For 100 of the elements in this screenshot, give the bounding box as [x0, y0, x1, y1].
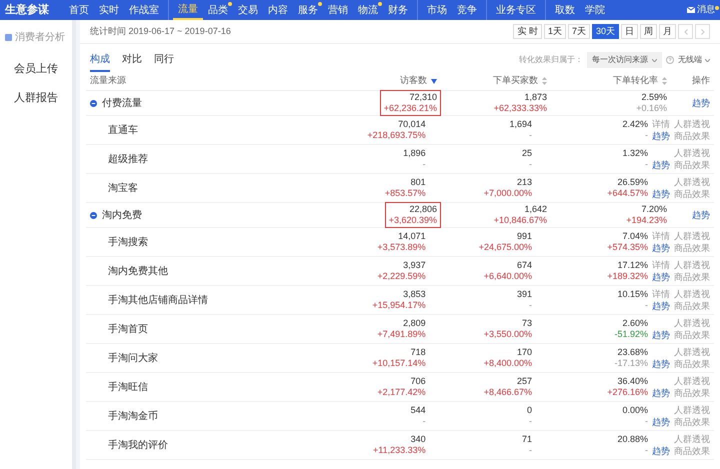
nav-item[interactable]: 内容 [263, 0, 293, 20]
metric-change: +853.57% [384, 188, 426, 199]
action-link[interactable]: 人群透视 [674, 434, 710, 444]
action-link[interactable]: 趋势 [692, 210, 710, 220]
action-link[interactable]: 趋势 [652, 188, 670, 200]
action-link[interactable]: 趋势 [652, 242, 670, 254]
action-link[interactable]: 商品效果 [674, 242, 710, 254]
sort-icon[interactable] [662, 77, 667, 85]
period-button[interactable]: 日 [621, 24, 638, 39]
metric-value: 1,873 [524, 92, 547, 103]
nav-item[interactable]: 营销 [323, 0, 353, 20]
metric-value: 544 [410, 405, 426, 416]
action-link[interactable]: 详情 [652, 118, 670, 130]
metric-value: 23.68% [617, 347, 648, 358]
action-link[interactable]: 人群透视 [674, 230, 710, 242]
nav-item[interactable]: 市场 [422, 0, 452, 20]
source-name: 付费流量 [102, 96, 142, 110]
action-link[interactable]: 人群透视 [674, 288, 710, 300]
metric-change: +189.32% [607, 271, 648, 282]
attribution-select[interactable]: 每一次访问来源 [587, 52, 662, 68]
action-link[interactable]: 商品效果 [674, 358, 710, 370]
action-link[interactable]: 趋势 [692, 98, 710, 108]
action-link[interactable]: 趋势 [652, 446, 670, 456]
next-button[interactable] [695, 24, 710, 39]
action-link[interactable]: 趋势 [652, 416, 670, 428]
period-button[interactable]: 周 [640, 24, 657, 39]
collapse-icon[interactable] [90, 100, 97, 106]
action-link[interactable]: 商品效果 [674, 130, 710, 142]
action-link[interactable]: 人群透视 [674, 148, 710, 158]
action-link[interactable]: 人群透视 [674, 376, 710, 386]
metric-change: +574.35% [607, 242, 648, 253]
brand-logo[interactable]: 生意参谋 [0, 2, 64, 18]
previous-button[interactable] [678, 24, 693, 39]
metric-value: 991 [516, 231, 532, 242]
nav-item[interactable]: 首页 [64, 0, 94, 20]
nav-item[interactable]: 竞争 [452, 0, 482, 20]
action-link[interactable]: 人群透视 [674, 318, 710, 328]
action-link[interactable]: 详情 [652, 260, 670, 270]
action-link[interactable]: 商品效果 [674, 388, 710, 398]
tab[interactable]: 构成 [90, 52, 110, 72]
nav-item[interactable]: 学院 [580, 0, 610, 20]
action-link[interactable]: 趋势 [652, 160, 670, 170]
nav-item[interactable]: 财务 [383, 0, 413, 20]
metric-value: 73 [522, 318, 532, 329]
sidebar-section-title: 消费者分析 [15, 30, 65, 45]
action-link[interactable]: 商品效果 [674, 160, 710, 170]
action-link[interactable]: 商品效果 [674, 300, 710, 312]
metric-change: +10,846.67% [494, 215, 547, 226]
action-link[interactable]: 趋势 [652, 388, 670, 398]
action-link[interactable]: 趋势 [652, 272, 670, 282]
metric-change: +2,177.42% [377, 387, 426, 398]
action-link[interactable]: 人群透视 [674, 404, 710, 416]
action-link[interactable]: 趋势 [652, 358, 670, 370]
source-name: 手淘淘金币 [108, 410, 158, 424]
period-button[interactable]: 7天 [568, 24, 590, 39]
action-link[interactable]: 人群透视 [674, 260, 710, 270]
sidebar-item[interactable]: 人群报告 [0, 84, 72, 112]
action-link[interactable]: 商品效果 [674, 330, 710, 340]
metric-value: 0 [526, 405, 532, 416]
action-link[interactable]: 人群透视 [674, 118, 710, 130]
action-link[interactable]: 趋势 [652, 300, 670, 312]
nav-item[interactable]: 物流 [353, 0, 383, 20]
help-icon[interactable] [666, 56, 674, 64]
tab[interactable]: 对比 [122, 52, 142, 72]
period-button[interactable]: 月 [659, 24, 676, 39]
action-link[interactable]: 商品效果 [674, 416, 710, 428]
nav-item[interactable]: 业务专区 [491, 0, 541, 20]
nav-item[interactable]: 品类 [203, 0, 233, 20]
action-link[interactable]: 详情 [652, 288, 670, 300]
device-select[interactable]: 无线端 [678, 54, 710, 66]
collapse-icon[interactable] [90, 212, 97, 218]
action-link[interactable]: 商品效果 [674, 272, 710, 282]
sort-icon[interactable] [542, 77, 547, 85]
nav-item[interactable]: 取数 [550, 0, 580, 20]
metric-change: +7,000.00% [484, 188, 532, 199]
sidebar-item[interactable]: 会员上传 [0, 55, 72, 84]
nav-item[interactable]: 服务 [293, 0, 323, 20]
action-link[interactable]: 趋势 [652, 130, 670, 142]
period-button[interactable]: 实 时 [513, 24, 542, 39]
period-button[interactable]: 1天 [544, 24, 566, 39]
action-link[interactable]: 人群透视 [674, 346, 710, 358]
action-link[interactable]: 商品效果 [674, 188, 710, 200]
metric-value: 72,310 [409, 92, 437, 103]
nav-item[interactable]: 交易 [233, 0, 263, 20]
period-button[interactable]: 30天 [592, 24, 619, 39]
metric-value: 213 [516, 177, 532, 188]
metric-value: 257 [516, 376, 532, 387]
messages-link[interactable]: 消息 [687, 3, 720, 17]
nav-item[interactable]: 作战室 [124, 0, 164, 20]
nav-item[interactable]: 实时 [94, 0, 124, 20]
tab[interactable]: 同行 [154, 52, 174, 72]
metric-change: +8,400.00% [484, 358, 532, 369]
metric-change: +62,333.33% [494, 103, 547, 114]
action-link[interactable]: 商品效果 [674, 446, 710, 456]
sort-descending-icon[interactable] [431, 78, 437, 84]
action-link[interactable]: 人群透视 [674, 176, 710, 188]
action-link[interactable]: 趋势 [652, 330, 670, 340]
action-link[interactable]: 详情 [652, 230, 670, 242]
metric-value: 170 [516, 347, 532, 358]
metric-change: - [645, 445, 648, 456]
